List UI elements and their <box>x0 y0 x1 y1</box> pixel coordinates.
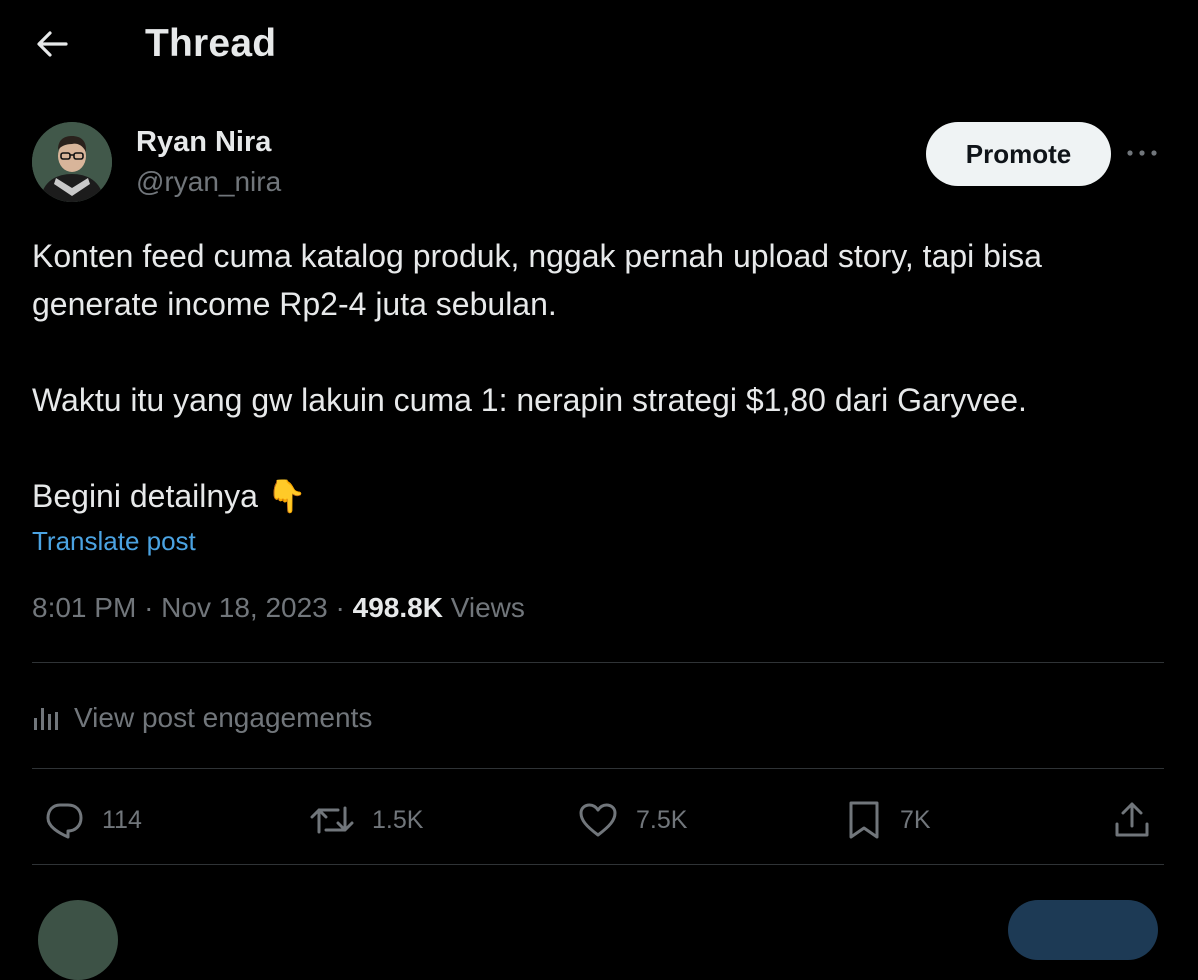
repost-button[interactable]: 1.5K <box>310 790 423 850</box>
reply-button[interactable]: 114 <box>44 790 142 850</box>
views-label: Views <box>450 592 525 623</box>
avatar[interactable] <box>32 122 112 202</box>
arrow-left-icon <box>36 30 68 63</box>
post-text: Konten feed cuma katalog produk, nggak p… <box>32 232 1172 520</box>
post-meta: 8:01 PM · Nov 18, 2023 · 498.8K Views <box>32 592 525 624</box>
page-title: Thread <box>145 22 277 65</box>
post-actions: 114 1.5K 7.5K 7K <box>0 790 1198 850</box>
post-time[interactable]: 8:01 PM <box>32 592 136 623</box>
heart-icon <box>578 802 618 838</box>
like-button[interactable]: 7.5K <box>578 790 687 850</box>
meta-separator: · <box>335 592 345 623</box>
divider <box>32 768 1164 769</box>
header: Thread <box>0 0 1198 92</box>
reply-bubble-icon <box>44 801 84 839</box>
translate-post-link[interactable]: Translate post <box>32 526 196 557</box>
post-text-line: Begini detailnya 👇 <box>32 478 307 514</box>
post-text-line: generate income Rp2-4 juta sebulan. <box>32 286 557 322</box>
reply-composer-button[interactable] <box>1008 900 1158 960</box>
bookmark-count: 7K <box>900 805 931 834</box>
promote-button[interactable]: Promote <box>926 122 1111 186</box>
post-date[interactable]: Nov 18, 2023 <box>161 592 328 623</box>
analytics-bars-icon <box>32 704 62 732</box>
meta-separator: · <box>144 592 154 623</box>
view-engagements-link[interactable]: View post engagements <box>32 696 372 740</box>
author-handle[interactable]: @ryan_nira <box>136 166 281 198</box>
repost-arrows-icon <box>310 802 354 838</box>
back-button[interactable] <box>28 24 76 68</box>
bookmark-button[interactable]: 7K <box>846 790 931 850</box>
more-dots-icon <box>1126 145 1158 163</box>
post-text-line: Konten feed cuma katalog produk, nggak p… <box>32 238 1042 274</box>
post-text-line: Waktu itu yang gw lakuin cuma 1: nerapin… <box>32 382 1027 418</box>
reply-composer-avatar[interactable] <box>38 900 118 980</box>
views-count: 498.8K <box>352 592 443 623</box>
more-options-button[interactable] <box>1122 134 1162 174</box>
engagements-label: View post engagements <box>74 702 373 733</box>
divider <box>32 662 1164 663</box>
share-button[interactable] <box>1112 790 1152 850</box>
author-name[interactable]: Ryan Nira <box>136 126 271 159</box>
repost-count: 1.5K <box>372 805 424 834</box>
divider <box>32 864 1164 865</box>
bookmark-icon <box>846 800 882 840</box>
share-upload-icon <box>1112 800 1152 840</box>
reply-count: 114 <box>102 805 142 834</box>
like-count: 7.5K <box>636 805 688 834</box>
